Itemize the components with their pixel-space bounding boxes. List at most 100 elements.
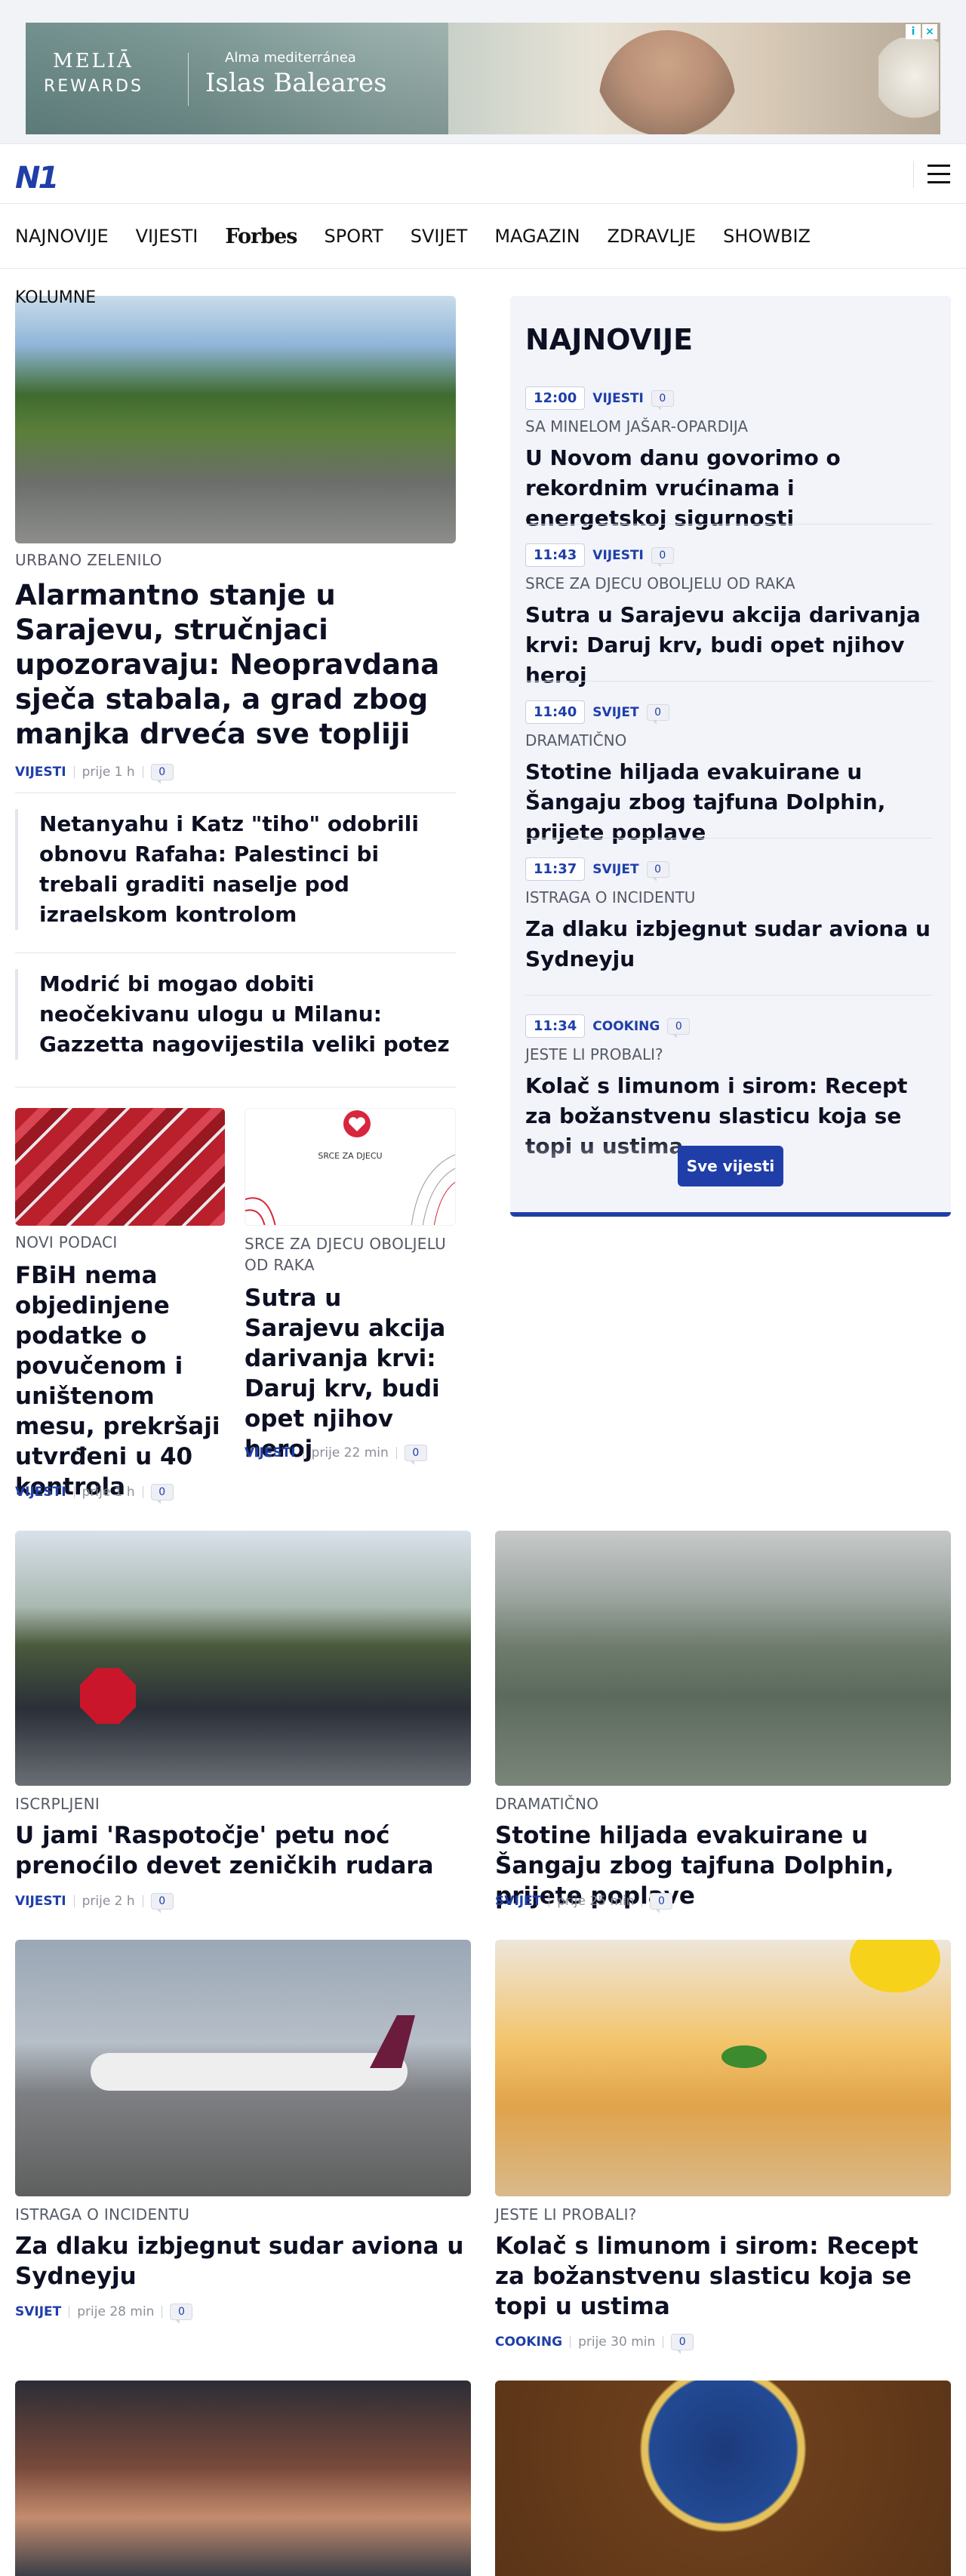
comment-count-badge[interactable]: 0 [404, 1445, 427, 1465]
grid-time: prije 25 min [557, 1894, 635, 1909]
meta-separator [395, 1447, 397, 1459]
nav-item-forbes[interactable]: Forbes [225, 225, 297, 248]
comment-count-badge[interactable]: 0 [667, 1017, 691, 1039]
ad-brand-bottom: REWARDS [44, 77, 143, 96]
grid-image-cake[interactable] [495, 1940, 951, 2196]
latest-item-category[interactable]: COOKING [592, 1019, 660, 1034]
latest-item-category[interactable]: SVIJET [592, 705, 638, 720]
hamburger-menu-button[interactable] [913, 161, 951, 188]
comment-count-badge[interactable]: 0 [646, 703, 669, 725]
nav-item-vijesti[interactable]: VIJESTI [136, 226, 198, 247]
grid-title[interactable]: Kolač s limunom i sirom: Recept za božan… [495, 2231, 951, 2322]
decorative-curves [245, 1154, 455, 1225]
latest-item[interactable]: 11:37 SVIJET 0 ISTRAGA O INCIDENTU Za dl… [525, 857, 933, 974]
latest-item[interactable]: 12:00 VIJESTI 0 SA MINELOM JAŠAR-OPARDIJ… [525, 386, 933, 534]
divider [525, 524, 933, 525]
grid-image-singer[interactable] [15, 2381, 471, 2576]
comment-count-badge[interactable]: 0 [150, 1893, 174, 1913]
grid-kicker: ISCRPLJENI [15, 1795, 100, 1813]
latest-item-title[interactable]: Stotine hiljada evakuirane u Šangaju zbo… [525, 757, 933, 848]
comment-count-badge[interactable]: 0 [170, 2304, 193, 2324]
lemon-slice [850, 1940, 940, 1993]
latest-item-title[interactable]: Za dlaku izbjegnut sudar aviona u Sydney… [525, 914, 933, 974]
grid-meta: VIJESTI prije 2 h 0 [15, 1893, 174, 1913]
latest-item-time: 11:43 [525, 543, 586, 567]
nav-item-magazin[interactable]: MAGAZIN [494, 226, 580, 247]
grid-meta: COOKING prije 30 min 0 [495, 2334, 694, 2354]
site-header: N1 [0, 143, 966, 204]
comment-count-badge[interactable]: 0 [651, 389, 674, 411]
grid-image-plane[interactable] [15, 1940, 471, 2196]
ad-choices[interactable]: i × [906, 24, 937, 39]
meta-separator [73, 1895, 75, 1907]
nav-item-svijet[interactable]: SVIJET [411, 226, 468, 247]
stop-sign [80, 1668, 136, 1724]
latest-heading: NAJNOVIJE [525, 323, 694, 356]
card-title[interactable]: Sutra u Sarajevu akcija darivanja krvi: … [245, 1283, 456, 1464]
ad-headline: Islas Baleares [205, 68, 387, 98]
grid-category[interactable]: SVIJET [15, 2304, 61, 2319]
card-category[interactable]: VIJESTI [245, 1445, 296, 1460]
nav-item-showbiz[interactable]: SHOWBIZ [723, 226, 811, 247]
side-link-2[interactable]: Modrić bi mogao dobiti neočekivanu ulogu… [15, 969, 456, 1060]
divider [15, 1087, 456, 1088]
grid-title[interactable]: Za dlaku izbjegnut sudar aviona u Sydney… [15, 2231, 471, 2291]
card-title[interactable]: FBiH nema objedinjene podatke o povučeno… [15, 1260, 225, 1502]
lead-story-category[interactable]: VIJESTI [15, 765, 66, 780]
comment-count-badge[interactable]: 0 [671, 2334, 694, 2354]
card-image-srce-za-djecu[interactable]: SRCE ZA DJECU [245, 1108, 456, 1226]
latest-item-title[interactable]: Sutra u Sarajevu akcija darivanja krvi: … [525, 600, 933, 691]
comment-count-badge[interactable]: 0 [651, 546, 674, 568]
card-time: prije 1 h [82, 1485, 135, 1500]
card-meta: VIJESTI prije 1 h 0 [15, 1484, 174, 1504]
nav-item-zdravlje[interactable]: ZDRAVLJE [608, 226, 697, 247]
divider [15, 792, 456, 793]
grid-kicker: JESTE LI PROBALI? [495, 2205, 637, 2224]
card-kicker: SRCE ZA DJECU OBOLJELU OD RAKA [245, 1235, 447, 1274]
comment-count-badge[interactable]: 0 [650, 1893, 673, 1913]
ad-photo-hat [878, 38, 939, 134]
grid-image-miners[interactable] [15, 1531, 471, 1786]
latest-item-title[interactable]: U Novom danu govorimo o rekordnim vrućin… [525, 443, 933, 534]
ad-photo-person [599, 30, 735, 134]
plane-body [91, 2053, 408, 2091]
grid-category[interactable]: VIJESTI [15, 1894, 66, 1909]
grid-category[interactable]: COOKING [495, 2334, 562, 2350]
all-news-button[interactable]: Sve vijesti [678, 1146, 783, 1186]
latest-item[interactable]: 11:40 SVIJET 0 DRAMATIČNO Stotine hiljad… [525, 700, 933, 848]
ad-banner[interactable]: MELIĀ REWARDS Alma mediterránea Islas Ba… [26, 23, 940, 134]
ad-banner-area: MELIĀ REWARDS Alma mediterránea Islas Ba… [0, 0, 966, 143]
latest-item-kicker: DRAMATIČNO [525, 731, 627, 749]
comment-count-badge[interactable]: 0 [150, 764, 174, 784]
lead-story-title[interactable]: Alarmantno stanje u Sarajevu, stručnjaci… [15, 578, 456, 752]
hamburger-icon [928, 165, 950, 167]
ad-divider [188, 53, 189, 106]
grid-title[interactable]: U jami 'Raspotočje' petu noć prenoćilo d… [15, 1820, 471, 1881]
n1-logo[interactable]: N1 [15, 161, 59, 195]
nav-item-najnovije[interactable]: NAJNOVIJE [15, 226, 109, 247]
grid-time: prije 2 h [82, 1894, 135, 1909]
latest-item-time: 11:37 [525, 857, 586, 881]
meta-separator [570, 2336, 571, 2348]
latest-item-category[interactable]: VIJESTI [592, 391, 644, 406]
ad-info-icon[interactable]: i [906, 24, 921, 39]
grid-meta: SVIJET prije 25 min 0 [495, 1893, 673, 1913]
ad-close-icon[interactable]: × [922, 24, 937, 39]
card-category[interactable]: VIJESTI [15, 1485, 66, 1500]
latest-item-category[interactable]: SVIJET [592, 862, 638, 877]
nav-item-kolumne[interactable]: KOLUMNE [15, 288, 96, 307]
nav-item-sport[interactable]: SPORT [325, 226, 383, 247]
grid-category[interactable]: SVIJET [495, 1894, 541, 1909]
lead-story-image[interactable] [15, 296, 456, 543]
comment-count-badge[interactable]: 0 [150, 1484, 174, 1504]
grid-image-flood[interactable] [495, 1531, 951, 1786]
divider [525, 995, 933, 996]
grid-image-department-of-defense[interactable] [495, 2381, 951, 2576]
side-link-1[interactable]: Netanyahu i Katz "tiho" odobrili obnovu … [15, 809, 456, 930]
latest-item[interactable]: 11:43 VIJESTI 0 SRCE ZA DJECU OBOLJELU O… [525, 543, 933, 691]
mint-leaf [721, 2045, 767, 2068]
lead-story-meta: VIJESTI prije 1 h 0 [15, 764, 174, 784]
comment-count-badge[interactable]: 0 [646, 860, 669, 882]
latest-item-category[interactable]: VIJESTI [592, 548, 644, 563]
card-image-meat[interactable] [15, 1108, 225, 1226]
